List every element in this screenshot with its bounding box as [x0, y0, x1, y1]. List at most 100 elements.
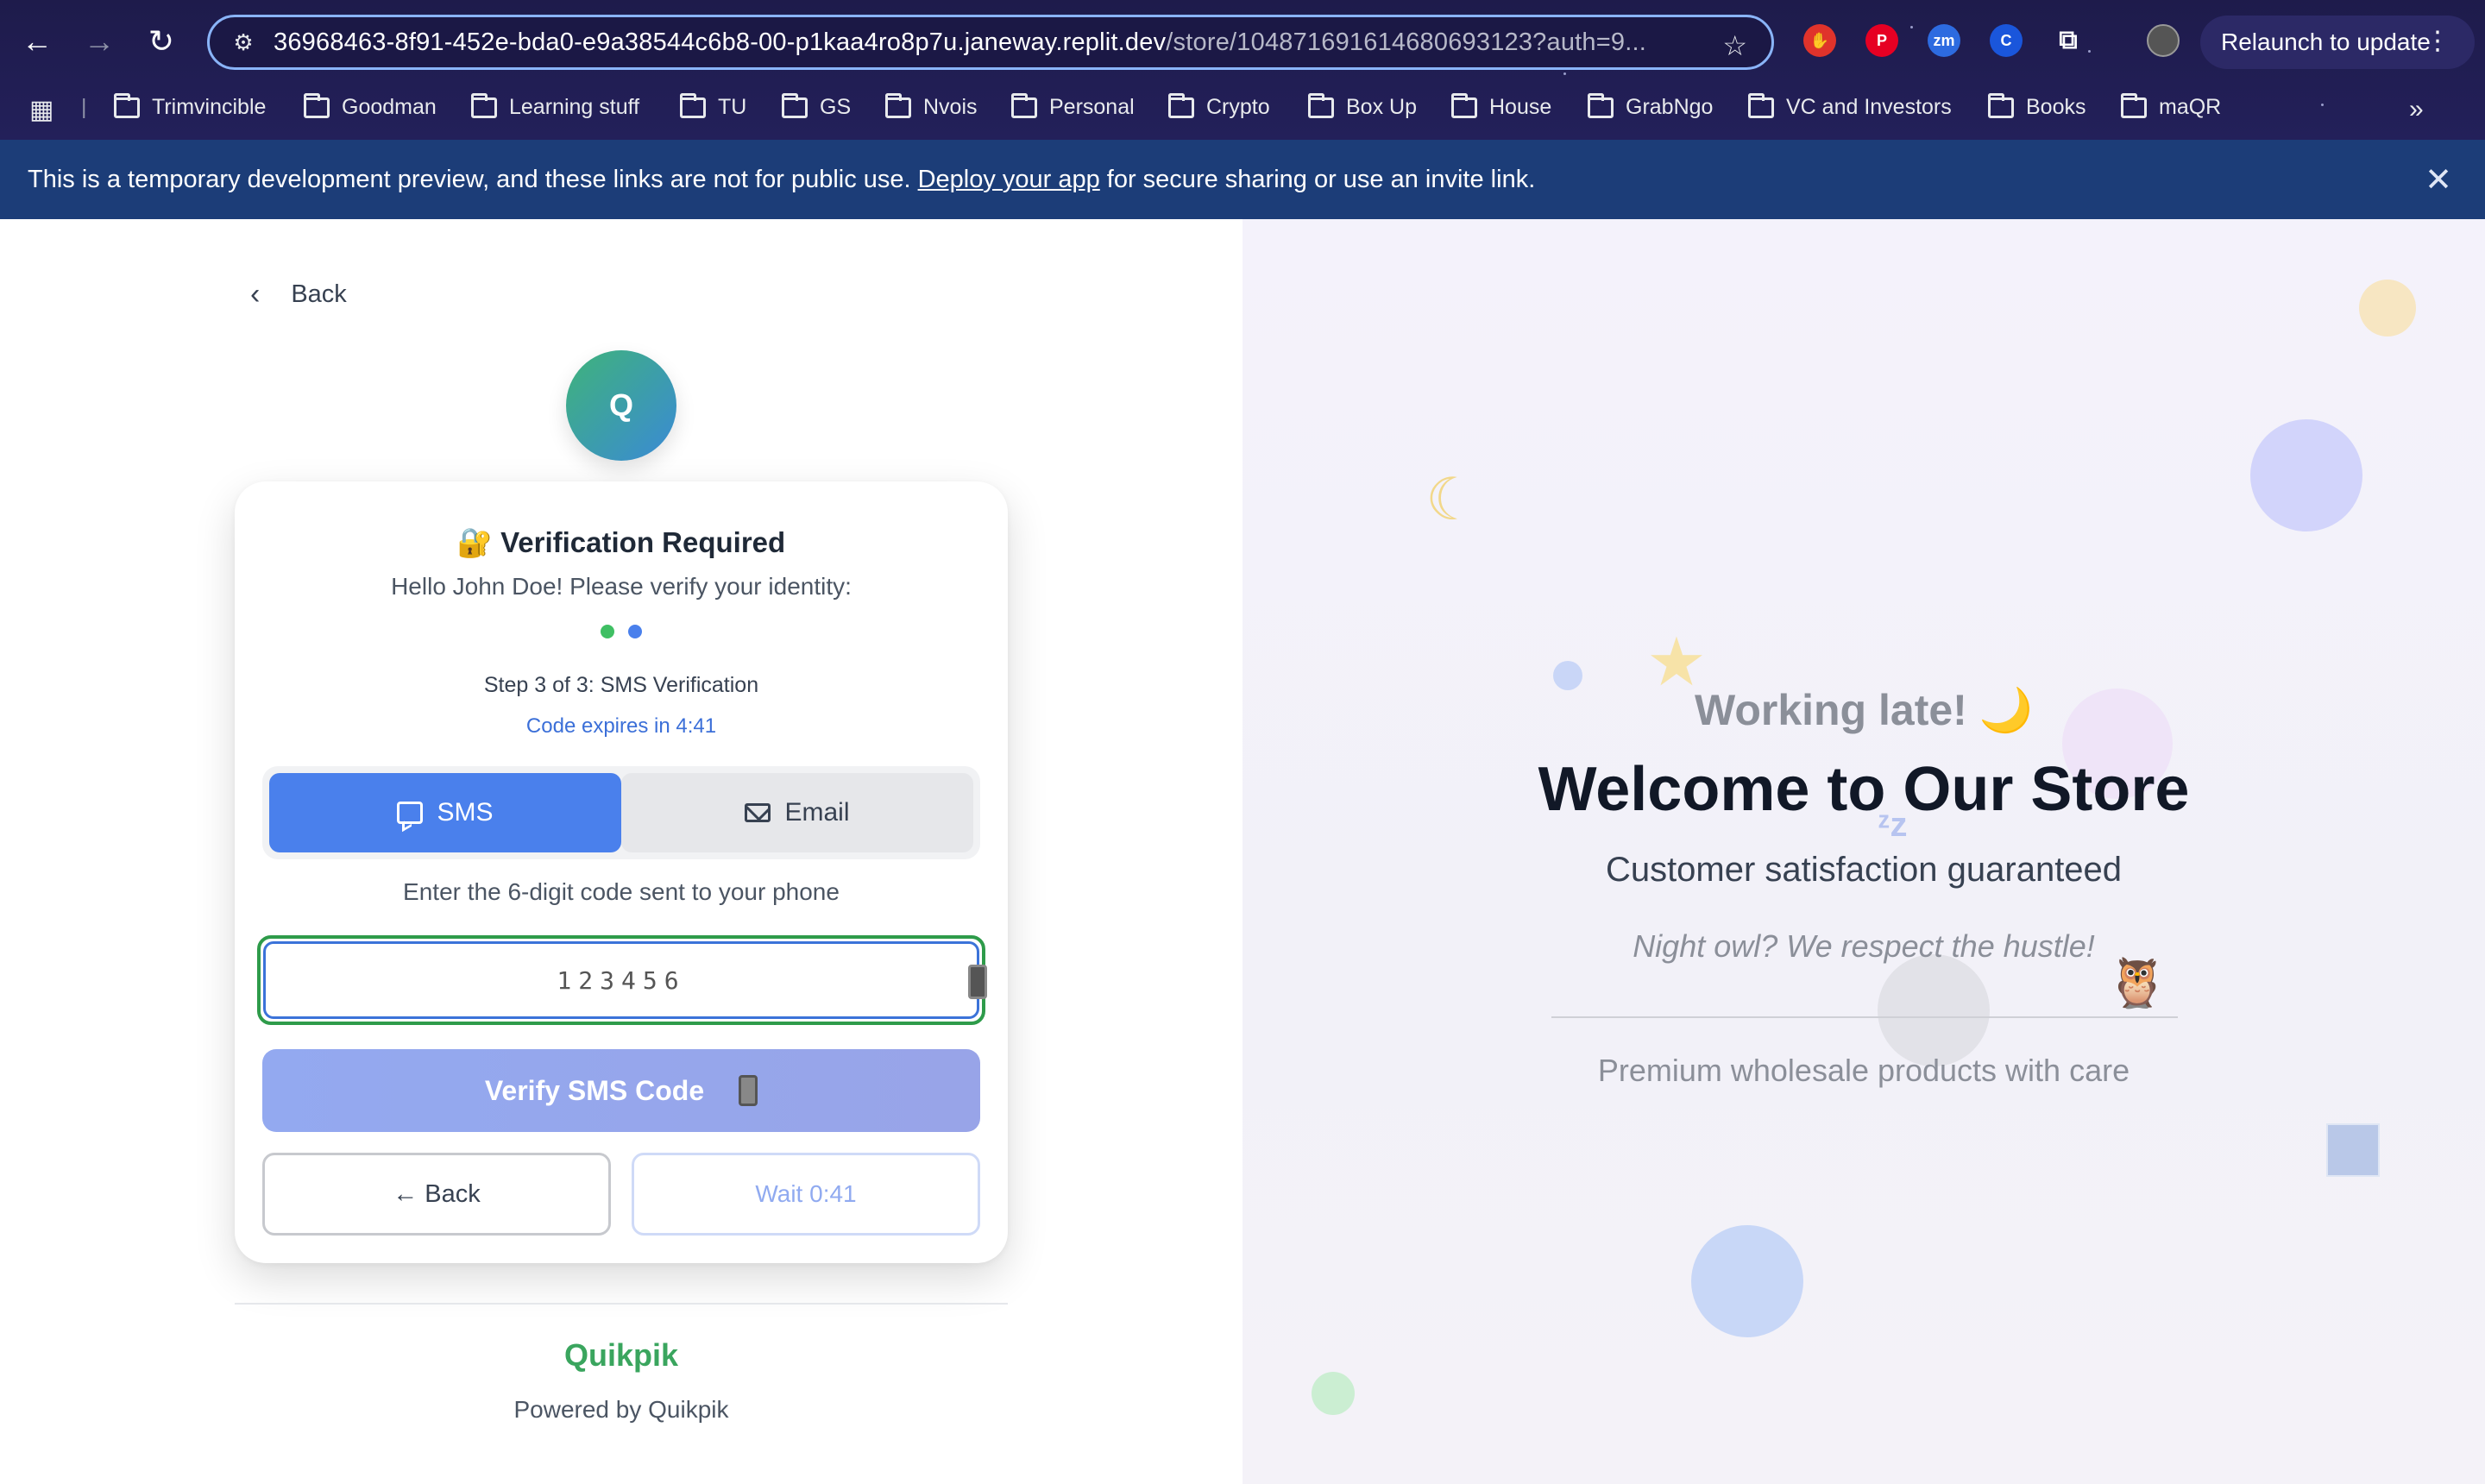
code-field-focus-ring	[257, 935, 987, 1025]
powered-by: Powered by Quikpik	[513, 1396, 729, 1423]
night-owl-message: Night owl? We respect the hustle!	[1633, 928, 2095, 964]
bookmark-folder[interactable]: House	[1451, 92, 1551, 120]
bookmark-folder[interactable]: Goodman	[304, 92, 437, 120]
tab-sms-label: SMS	[437, 798, 494, 827]
back-button[interactable]: ← Back	[262, 1153, 611, 1236]
step-label: Step 3 of 3: SMS Verification	[483, 673, 759, 697]
decor-bubble	[2359, 280, 2416, 336]
site-settings-icon[interactable]: ⚙	[230, 29, 256, 55]
greeting-working-late: Working late! 🌙	[1695, 686, 2033, 734]
tagline-divider	[1551, 1016, 2178, 1018]
more-bookmarks-icon[interactable]: »	[2409, 95, 2424, 124]
welcome-heading: Welcome to Our Store	[1538, 755, 2190, 824]
folder-icon	[1451, 92, 1477, 118]
verify-sms-button[interactable]: Verify SMS Code	[262, 1049, 980, 1132]
close-icon[interactable]: ✕	[2425, 160, 2452, 199]
folder-icon	[1011, 92, 1037, 118]
bookmark-separator: |	[81, 95, 87, 119]
phone-icon	[968, 965, 987, 999]
logo: Q	[566, 350, 676, 461]
bookmark-folder[interactable]: TU	[680, 92, 746, 120]
phone-icon	[739, 1075, 758, 1106]
banner-text-after: for secure sharing or use an invite link…	[1106, 165, 1536, 193]
chevron-left-icon: ‹	[250, 278, 261, 311]
dev-preview-banner: This is a temporary development preview,…	[0, 140, 2485, 219]
profile-avatar[interactable]	[2147, 24, 2180, 57]
premium-tagline: Premium wholesale products with care	[1597, 1053, 2130, 1088]
step-indicator	[601, 625, 642, 638]
decor-bubble	[1312, 1372, 1355, 1415]
back-arrow-icon[interactable]: ←	[17, 22, 57, 61]
satisfaction-tagline: Customer satisfaction guaranteed	[1605, 851, 2123, 889]
step-dot-current	[628, 625, 642, 638]
folder-icon	[2121, 92, 2147, 118]
address-bar[interactable]: ⚙ 36968463-8f91-452e-bda0-e9a38544c6b8-0…	[207, 15, 1774, 70]
deploy-app-link[interactable]: Deploy your app	[918, 166, 1100, 194]
folder-icon	[1588, 92, 1614, 118]
menu-kebab-icon[interactable]: ⋮	[2425, 26, 2450, 56]
step-dot-complete	[601, 625, 614, 638]
bookmark-folder[interactable]: maQR	[2121, 92, 2221, 120]
apps-grid-icon[interactable]: ▦	[29, 95, 53, 125]
folder-icon	[1168, 92, 1194, 118]
verification-card: 🔐 Verification Required Hello John Doe! …	[235, 481, 1008, 1263]
reload-icon[interactable]: ↻	[142, 22, 181, 61]
browser-chrome: ← → ↻ ⚙ 36968463-8f91-452e-bda0-e9a38544…	[0, 0, 2485, 140]
code-instruction: Enter the 6-digit code sent to your phon…	[403, 878, 840, 905]
folder-icon	[1308, 92, 1334, 118]
sleep-zz-icon: ᶻz	[1878, 806, 1908, 844]
decor-bubble	[1691, 1225, 1803, 1337]
folder-icon	[885, 92, 911, 118]
forward-arrow-icon[interactable]: →	[79, 22, 119, 61]
method-tabs: SMS Email	[262, 766, 980, 859]
moon-icon: ☾	[1425, 467, 1478, 532]
bookmark-folder[interactable]: Personal	[1011, 92, 1135, 120]
toolbar: ← → ↻ ⚙ 36968463-8f91-452e-bda0-e9a38544…	[0, 0, 2485, 85]
back-link-label: Back	[291, 280, 347, 308]
bookmark-folder[interactable]: Books	[1988, 92, 2086, 120]
tab-email[interactable]: Email	[621, 773, 973, 852]
code-expiry-timer: Code expires in 4:41	[525, 714, 717, 738]
extension-c-icon[interactable]: C	[1990, 24, 2023, 57]
card-title: 🔐 Verification Required	[456, 526, 786, 558]
banner-text: This is a temporary development preview,…	[28, 165, 911, 193]
extension-red-hand-icon[interactable]: ✋	[1803, 24, 1836, 57]
mail-icon	[745, 803, 771, 822]
bookmark-folder[interactable]: Learning stuff	[471, 92, 639, 120]
folder-icon	[680, 92, 706, 118]
bookmark-folder[interactable]: GrabNgo	[1588, 92, 1713, 120]
tab-sms[interactable]: SMS	[269, 773, 621, 852]
bookmark-folder[interactable]: Crypto	[1168, 92, 1270, 120]
bookmark-star-icon[interactable]: ☆	[1722, 29, 1747, 62]
folder-icon	[1748, 92, 1774, 118]
bookmark-folder[interactable]: Box Up	[1308, 92, 1417, 120]
back-link[interactable]: ‹ Back	[250, 278, 347, 311]
bookmark-folder[interactable]: Nvois	[885, 92, 978, 120]
footer-divider	[235, 1303, 1008, 1305]
verification-panel: ‹ Back Q 🔐 Verification Required Hello J…	[0, 219, 1242, 1484]
brand-name: Quikpik	[563, 1337, 679, 1373]
tab-email-label: Email	[784, 798, 850, 827]
folder-icon	[782, 92, 808, 118]
bookmarks-bar: ▦ | Trimvincible Goodman Learning stuff …	[0, 86, 2485, 135]
store-welcome-panel: ☾ ★ 🦉 Working late! 🌙 Welcome to Our Sto…	[1242, 219, 2485, 1484]
card-subtitle: Hello John Doe! Please verify your ident…	[391, 573, 852, 600]
decor-image	[2326, 1123, 2380, 1177]
message-icon	[397, 802, 424, 824]
folder-icon	[471, 92, 497, 118]
url-text[interactable]: 36968463-8f91-452e-bda0-e9a38544c6b8-00-…	[274, 28, 1689, 57]
pinterest-icon[interactable]: P	[1865, 24, 1898, 57]
folder-icon	[114, 92, 140, 118]
folder-icon	[1988, 92, 2014, 118]
resend-wait-button[interactable]: Wait 0:41	[632, 1153, 980, 1236]
bookmark-folder[interactable]: Trimvincible	[114, 92, 266, 120]
relaunch-button[interactable]: Relaunch to update ⋮	[2200, 16, 2475, 69]
zoom-extension-icon[interactable]: zm	[1928, 24, 1960, 57]
sms-code-input[interactable]	[263, 941, 979, 1019]
bookmark-folder[interactable]: VC and Investors	[1748, 92, 1952, 120]
extensions-puzzle-icon[interactable]: ⧉	[2052, 24, 2085, 57]
folder-icon	[304, 92, 330, 118]
decor-bubble	[1878, 954, 1990, 1066]
bookmark-folder[interactable]: GS	[782, 92, 851, 120]
decor-bubble	[2250, 419, 2362, 531]
